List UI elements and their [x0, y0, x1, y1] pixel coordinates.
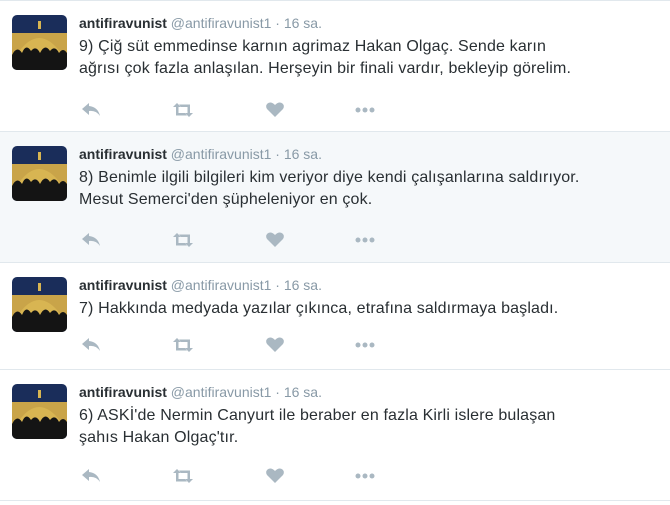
tweet-text-line: Mesut Semerci'den şüpheleniyor en çok.: [79, 191, 373, 208]
tweet-header: antifiravunist @antifiravunist1 · 16 sa.: [79, 14, 660, 32]
tweet-text-line: 9) Çiğ süt emmedinse karnın agrimaz Haka…: [79, 38, 546, 55]
separator: ·: [275, 15, 280, 31]
avatar[interactable]: [12, 15, 67, 70]
reply-icon: [82, 103, 100, 116]
tweet-text-line: 6) ASKİ'de Nermin Canyurt ile beraber en…: [79, 407, 556, 424]
tweet[interactable]: antifiravunist @antifiravunist1 · 16 sa.…: [0, 0, 670, 132]
retweet-button[interactable]: [172, 335, 194, 355]
timestamp[interactable]: 16 sa.: [284, 384, 322, 400]
tweet[interactable]: antifiravunist @antifiravunist1 · 16 sa.…: [0, 132, 670, 263]
more-icon: [355, 237, 375, 243]
tweet[interactable]: antifiravunist @antifiravunist1 · 16 sa.…: [0, 370, 670, 501]
separator: ·: [275, 384, 280, 400]
like-icon: [266, 468, 284, 483]
retweet-icon: [173, 103, 193, 117]
reply-button[interactable]: [80, 335, 102, 355]
tweet-header: antifiravunist @antifiravunist1 · 16 sa.: [79, 145, 660, 163]
username[interactable]: @antifiravunist1: [171, 384, 272, 400]
more-icon: [355, 107, 375, 113]
reply-icon: [82, 338, 100, 351]
tweet-text: 7) Hakkında medyada yazılar çıkınca, etr…: [79, 298, 660, 320]
avatar[interactable]: [12, 277, 67, 332]
more-icon: [355, 342, 375, 348]
tweet-text: 8) Benimle ilgili bilgileri kim veriyor …: [79, 167, 660, 211]
more-button[interactable]: [354, 100, 376, 120]
more-button[interactable]: [354, 466, 376, 486]
tweet-header: antifiravunist @antifiravunist1 · 16 sa.: [79, 276, 660, 294]
like-button[interactable]: [264, 335, 286, 355]
like-button[interactable]: [264, 466, 286, 486]
display-name[interactable]: antifiravunist: [79, 15, 167, 31]
display-name[interactable]: antifiravunist: [79, 146, 167, 162]
display-name[interactable]: antifiravunist: [79, 384, 167, 400]
display-name[interactable]: antifiravunist: [79, 277, 167, 293]
retweet-icon: [173, 233, 193, 247]
reply-icon: [82, 469, 100, 482]
tweet-text: 6) ASKİ'de Nermin Canyurt ile beraber en…: [79, 405, 660, 449]
avatar[interactable]: [12, 146, 67, 201]
timestamp[interactable]: 16 sa.: [284, 15, 322, 31]
retweet-button[interactable]: [172, 466, 194, 486]
more-button[interactable]: [354, 230, 376, 250]
tweet-text-line: 7) Hakkında medyada yazılar çıkınca, etr…: [79, 300, 559, 317]
separator: ·: [275, 277, 280, 293]
tweet-text-line: şahıs Hakan Olgaç'tır.: [79, 429, 239, 446]
like-icon: [266, 232, 284, 247]
timestamp[interactable]: 16 sa.: [284, 277, 322, 293]
more-button[interactable]: [354, 335, 376, 355]
separator: ·: [275, 146, 280, 162]
tweet-header: antifiravunist @antifiravunist1 · 16 sa.: [79, 383, 660, 401]
reply-icon: [82, 233, 100, 246]
tweet-actions: [79, 466, 399, 486]
reply-button[interactable]: [80, 466, 102, 486]
like-icon: [266, 337, 284, 352]
username[interactable]: @antifiravunist1: [171, 146, 272, 162]
tweet-text-line: ağrısı çok fazla anlaşılan. Herşeyin bir…: [79, 60, 572, 77]
like-icon: [266, 102, 284, 117]
tweet[interactable]: antifiravunist @antifiravunist1 · 16 sa.…: [0, 263, 670, 370]
like-button[interactable]: [264, 100, 286, 120]
retweet-button[interactable]: [172, 100, 194, 120]
retweet-icon: [173, 469, 193, 483]
more-icon: [355, 473, 375, 479]
username[interactable]: @antifiravunist1: [171, 277, 272, 293]
retweet-icon: [173, 338, 193, 352]
tweet-actions: [79, 230, 399, 250]
username[interactable]: @antifiravunist1: [171, 15, 272, 31]
avatar[interactable]: [12, 384, 67, 439]
retweet-button[interactable]: [172, 230, 194, 250]
reply-button[interactable]: [80, 100, 102, 120]
timestamp[interactable]: 16 sa.: [284, 146, 322, 162]
like-button[interactable]: [264, 230, 286, 250]
tweet-actions: [79, 335, 399, 355]
reply-button[interactable]: [80, 230, 102, 250]
tweet-text: 9) Çiğ süt emmedinse karnın agrimaz Haka…: [79, 36, 660, 80]
timeline: antifiravunist @antifiravunist1 · 16 sa.…: [0, 0, 670, 501]
tweet-text-line: 8) Benimle ilgili bilgileri kim veriyor …: [79, 169, 580, 186]
tweet-actions: [79, 100, 399, 120]
